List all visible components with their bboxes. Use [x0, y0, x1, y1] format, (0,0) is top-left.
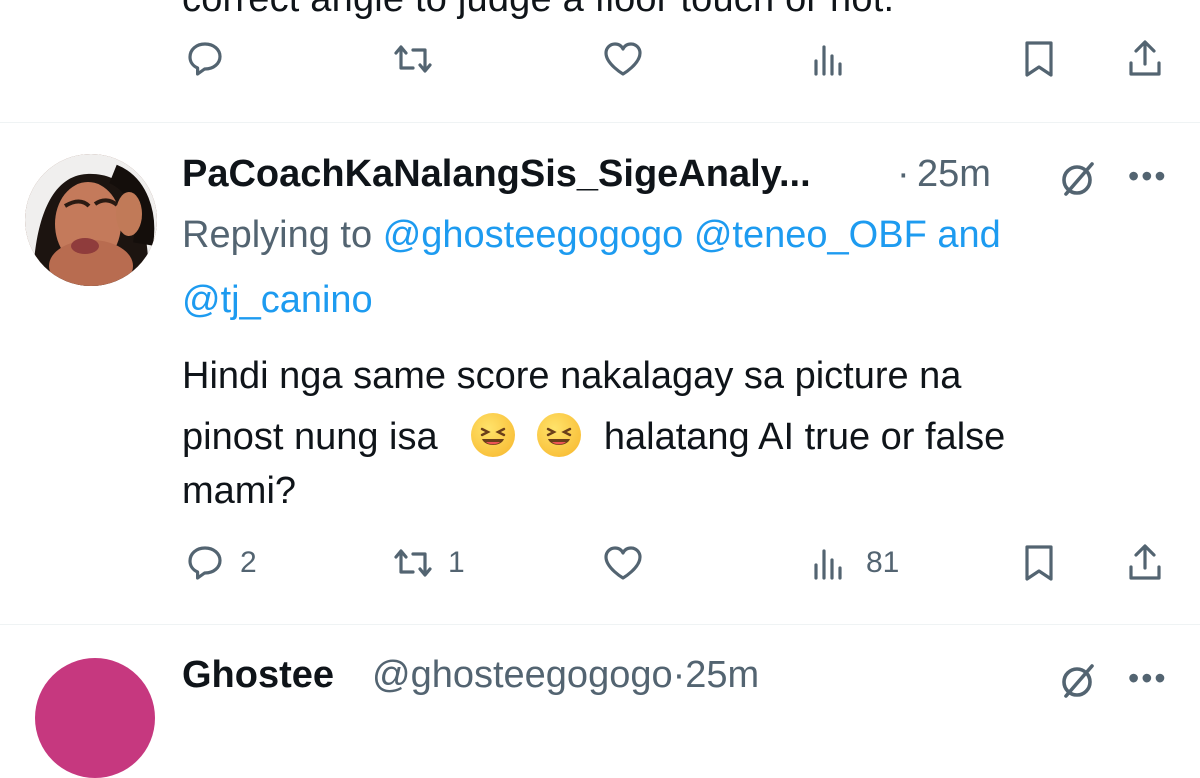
grok-icon [1062, 664, 1094, 698]
reply-button[interactable] [180, 34, 230, 84]
retweet-icon [394, 45, 432, 73]
reply-icon [188, 546, 222, 580]
share-button[interactable] [1120, 538, 1170, 588]
bookmark-icon [1025, 41, 1053, 77]
grok-button[interactable] [1052, 656, 1102, 711]
separator: · [897, 153, 910, 195]
views-icon [814, 549, 842, 580]
tweet-text: halatang AI true or false [603, 416, 1006, 458]
tweet-text: correct angle to judge a floor touch or … [182, 0, 894, 21]
reply-button[interactable]: 2 [180, 538, 257, 588]
tweet-actions: 2 1 81 [0, 532, 1200, 602]
bookmark-icon [1025, 545, 1053, 581]
timestamp[interactable]: 25m [917, 153, 991, 196]
laughing-emoji [537, 413, 582, 457]
bookmark-button[interactable] [1014, 34, 1064, 84]
tweet-text: mami? [182, 470, 297, 512]
and-word: and [937, 214, 1001, 256]
timestamp[interactable]: 25m [685, 654, 759, 696]
views-button[interactable] [806, 34, 856, 84]
display-name[interactable]: Ghostee [182, 654, 334, 697]
like-icon [604, 546, 642, 580]
share-button[interactable] [1120, 34, 1170, 84]
avatar[interactable] [25, 154, 157, 286]
retweet-count: 1 [448, 546, 465, 579]
mention-link[interactable]: @ghosteegogogo [383, 214, 684, 256]
views-button[interactable]: 81 [806, 538, 899, 588]
tweet-text: pinost nung isa [182, 416, 438, 458]
tweet-text: Hindi nga same score nakalagay sa pictur… [182, 355, 962, 397]
retweet-button[interactable]: 1 [388, 538, 465, 588]
retweet-icon [394, 549, 432, 577]
tweet-text-line: pinost nung isa halatang AI true or fals… [182, 413, 1005, 459]
display-name[interactable]: PaCoachKaNalangSis_SigeAnaly... [182, 153, 811, 196]
handle-line: @ghosteegogogo·25m [372, 654, 759, 697]
divider [0, 624, 1200, 625]
mention-link[interactable]: @tj_canino [182, 279, 373, 322]
views-icon [814, 45, 842, 76]
reply-icon [188, 42, 222, 76]
tweet-actions [0, 28, 1200, 98]
share-icon [1129, 40, 1161, 76]
like-button[interactable] [598, 34, 648, 84]
like-icon [604, 42, 642, 76]
laughing-emoji [470, 413, 515, 457]
grok-icon [1062, 162, 1094, 196]
more-icon[interactable]: ••• [1128, 660, 1168, 697]
replying-prefix: Replying to [182, 214, 373, 256]
like-button[interactable] [598, 538, 658, 588]
separator: · [672, 654, 686, 696]
grok-button[interactable] [1052, 154, 1102, 209]
reply-count: 2 [240, 546, 257, 579]
divider [0, 122, 1200, 123]
replying-to-line: Replying to @ghosteegogogo @teneo_OBF an… [182, 214, 1001, 257]
avatar-image [25, 154, 157, 286]
avatar[interactable] [35, 658, 155, 778]
share-icon [1129, 544, 1161, 580]
handle[interactable]: @ghosteegogogo [372, 654, 673, 696]
retweet-button[interactable] [388, 34, 438, 84]
bookmark-button[interactable] [1014, 538, 1064, 588]
mention-link[interactable]: @teneo_OBF [694, 214, 927, 256]
more-icon[interactable]: ••• [1128, 158, 1168, 195]
views-count: 81 [866, 546, 900, 579]
